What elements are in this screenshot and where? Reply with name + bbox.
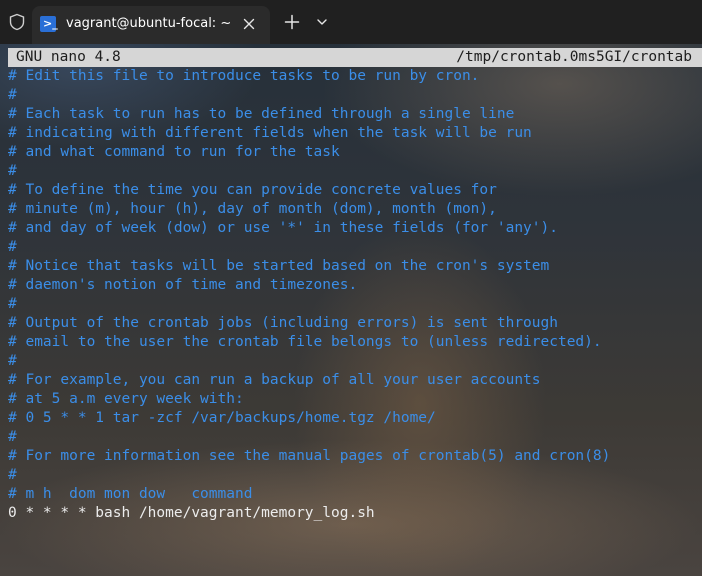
tab-title: vagrant@ubuntu-focal: ~ (66, 16, 232, 31)
terminal-pane[interactable]: GNU nano 4.8 /tmp/crontab.0ms5GI/crontab… (0, 44, 702, 576)
comment-line[interactable]: # Edit this file to introduce tasks to b… (8, 67, 702, 86)
comment-line[interactable]: # and what command to run for the task (8, 143, 702, 162)
editor-buffer[interactable]: # Edit this file to introduce tasks to b… (8, 67, 702, 523)
comment-line[interactable]: # (8, 466, 702, 485)
nano-title-bar: GNU nano 4.8 /tmp/crontab.0ms5GI/crontab (8, 48, 702, 67)
tab-active[interactable]: >_ vagrant@ubuntu-focal: ~ (32, 6, 270, 44)
comment-line[interactable]: # Notice that tasks will be started base… (8, 257, 702, 276)
comment-line[interactable]: # (8, 428, 702, 447)
crontab-entry-line[interactable]: 0 * * * * bash /home/vagrant/memory_log.… (8, 504, 702, 523)
comment-line[interactable]: # daemon's notion of time and timezones. (8, 276, 702, 295)
terminal-window: >_ vagrant@ubuntu-focal: ~ GNU nano 4.8 … (0, 0, 702, 576)
comment-line[interactable]: # Output of the crontab jobs (including … (8, 314, 702, 333)
shield-icon (9, 13, 25, 31)
comment-line[interactable]: # (8, 86, 702, 105)
comment-line[interactable]: # Each task to run has to be defined thr… (8, 105, 702, 124)
comment-line[interactable]: # and day of week (dow) or use '*' in th… (8, 219, 702, 238)
tab-bar: >_ vagrant@ubuntu-focal: ~ (0, 0, 702, 44)
nano-version: GNU nano 4.8 (16, 49, 121, 65)
powershell-icon-glyph: >_ (43, 17, 58, 30)
comment-line[interactable]: # (8, 295, 702, 314)
comment-line[interactable]: # email to the user the crontab file bel… (8, 333, 702, 352)
comment-line[interactable]: # at 5 a.m every week with: (8, 390, 702, 409)
comment-line[interactable]: # minute (m), hour (h), day of month (do… (8, 200, 702, 219)
comment-line[interactable]: # (8, 238, 702, 257)
nano-file-path: /tmp/crontab.0ms5GI/crontab (456, 49, 692, 65)
comment-line[interactable]: # 0 5 * * 1 tar -zcf /var/backups/home.t… (8, 409, 702, 428)
comment-line[interactable]: # m h dom mon dow command (8, 485, 702, 504)
plus-icon[interactable] (282, 12, 302, 32)
comment-line[interactable]: # For example, you can run a backup of a… (8, 371, 702, 390)
chevron-down-icon[interactable] (314, 14, 330, 30)
powershell-icon: >_ (40, 16, 58, 32)
comment-line[interactable]: # For more information see the manual pa… (8, 447, 702, 466)
close-icon[interactable] (240, 15, 258, 33)
comment-line[interactable]: # indicating with different fields when … (8, 124, 702, 143)
comment-line[interactable]: # To define the time you can provide con… (8, 181, 702, 200)
comment-line[interactable]: # (8, 352, 702, 371)
comment-line[interactable]: # (8, 162, 702, 181)
